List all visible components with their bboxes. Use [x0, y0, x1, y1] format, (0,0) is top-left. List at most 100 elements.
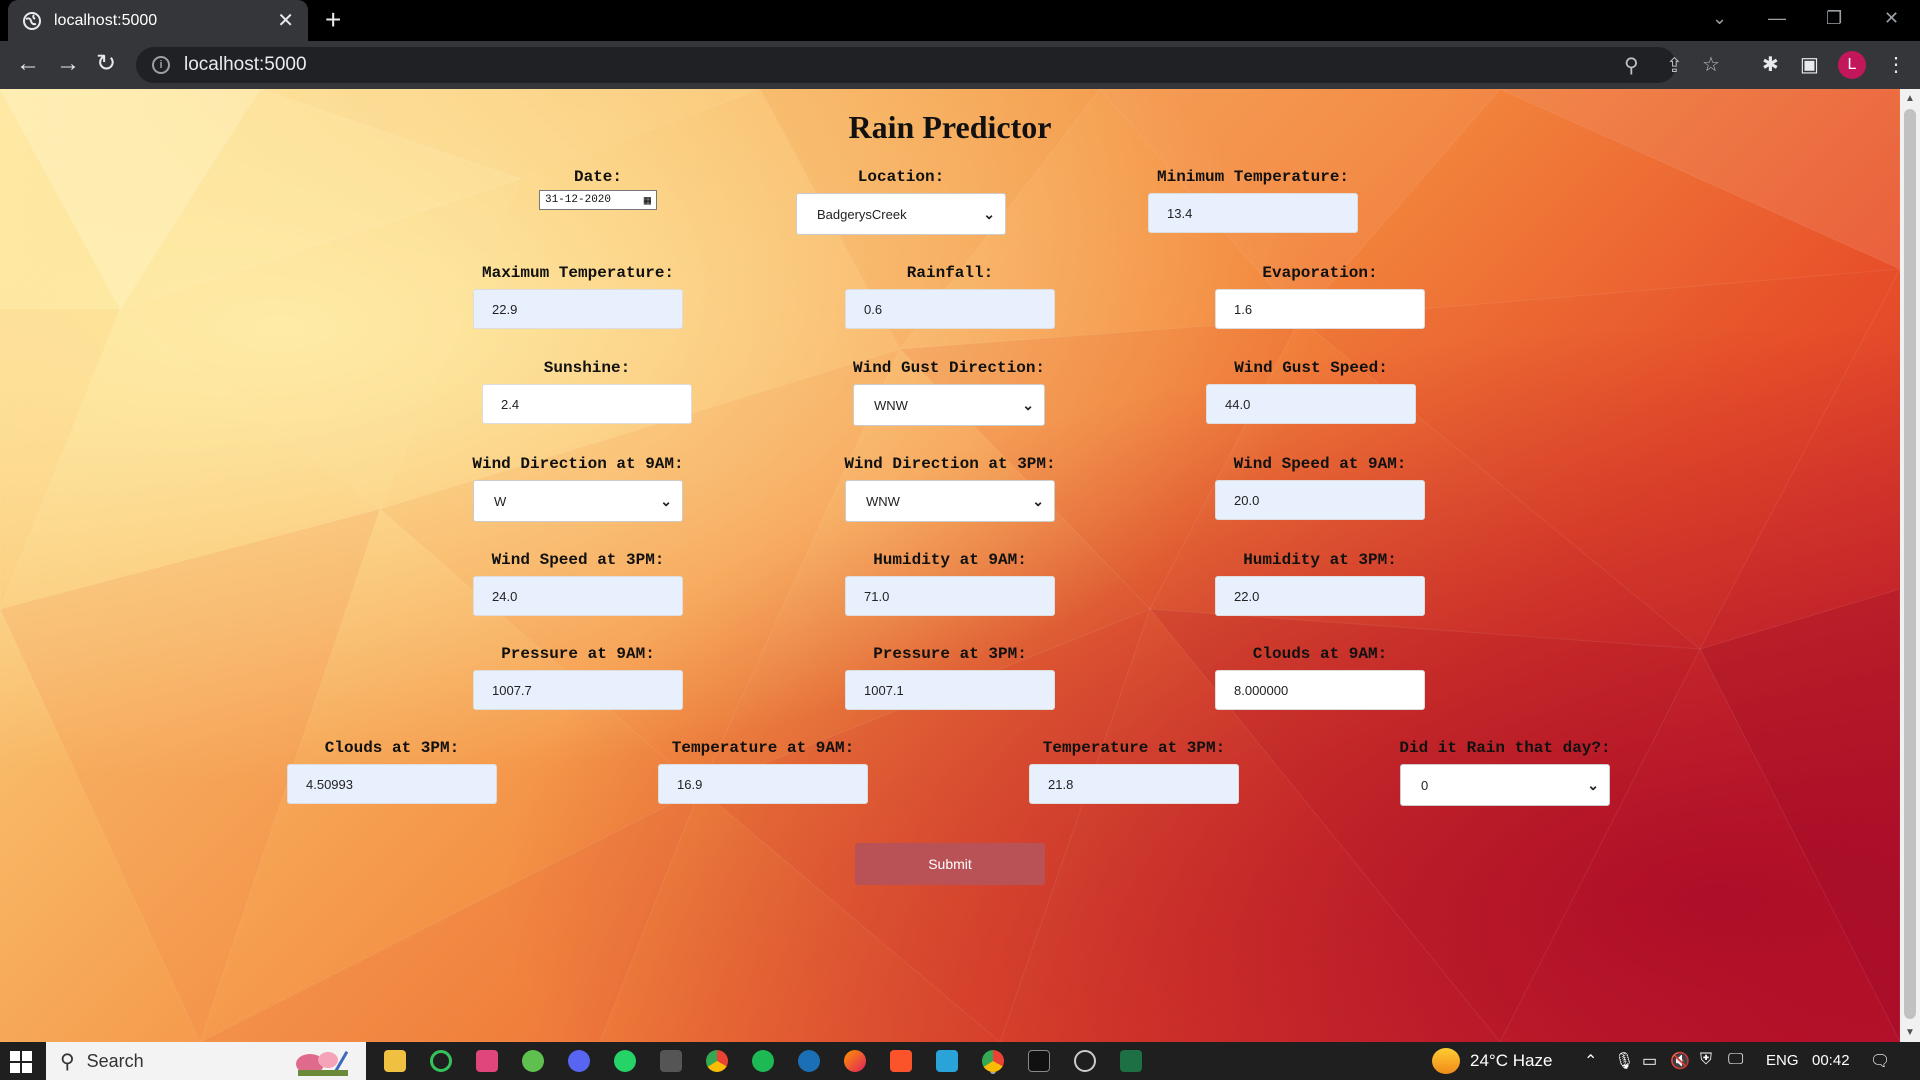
date-label: Date: [573, 168, 622, 186]
temp-3pm-input[interactable] [1029, 764, 1239, 804]
whatsapp-icon[interactable] [614, 1050, 636, 1072]
share-icon[interactable]: ⇪ [1666, 53, 1683, 78]
scroll-up-arrow-icon[interactable]: ▲ [1905, 93, 1915, 104]
calendar-app-icon[interactable] [936, 1050, 958, 1072]
close-tab-icon[interactable]: ✕ [277, 11, 294, 31]
bookmark-star-icon[interactable]: ☆ [1702, 52, 1720, 77]
scroll-thumb[interactable] [1904, 109, 1916, 1019]
clouds-9am-input[interactable] [1215, 670, 1425, 710]
location-select[interactable]: BadgerysCreek ⌄ [796, 193, 1006, 235]
page-scrollbar[interactable]: ▲ ▼ [1900, 89, 1920, 1042]
chevron-down-icon: ⌄ [1587, 776, 1599, 793]
browser-tab[interactable]: localhost:5000 ✕ [8, 0, 308, 41]
chrome-active-icon[interactable] [982, 1050, 1004, 1072]
side-panel-icon[interactable]: ▣ [1800, 52, 1819, 77]
pressure-3pm-label: Pressure at 3PM: [873, 645, 1027, 663]
wind-dir-3pm-label: Wind Direction at 3PM: [844, 455, 1056, 473]
date-field: Date: 31-12-2020 ▦ [535, 168, 661, 210]
haze-sun-icon [1432, 1048, 1460, 1074]
wind-speed-9am-label: Wind Speed at 9AM: [1233, 455, 1407, 473]
windows-start-icon[interactable] [10, 1051, 32, 1073]
max-temp-label: Maximum Temperature: [481, 264, 675, 282]
temp-9am-field: Temperature at 9AM: [658, 739, 868, 804]
sunshine-input[interactable] [482, 384, 692, 424]
restore-button[interactable]: ❐ [1826, 8, 1842, 29]
page-title: Rain Predictor [848, 109, 1052, 145]
zoom-icon[interactable]: ⚲ [1624, 53, 1639, 78]
wind-dir-3pm-field: Wind Direction at 3PM: WNW ⌄ [835, 455, 1065, 522]
network-icon[interactable]: 🖵 [1728, 1051, 1743, 1069]
discord-icon[interactable] [568, 1050, 590, 1072]
wind-gust-speed-field: Wind Gust Speed: [1206, 359, 1416, 424]
bookmark-app-icon[interactable] [476, 1050, 498, 1072]
volume-muted-icon[interactable]: 🔇 [1670, 1051, 1690, 1071]
search-highlight-illustration-icon [296, 1050, 349, 1076]
wind-speed-3pm-field: Wind Speed at 3PM: [473, 551, 683, 616]
obs-icon[interactable] [1074, 1050, 1096, 1072]
wind-dir-3pm-value: WNW [866, 493, 900, 509]
taskbar-search-placeholder: Search [86, 1050, 144, 1071]
pressure-9am-input[interactable] [473, 670, 683, 710]
wind-gust-speed-input[interactable] [1206, 384, 1416, 424]
security-shield-icon[interactable]: ⛨ [1700, 1051, 1712, 1069]
location-field: Location: BadgerysCreek ⌄ [796, 168, 1006, 235]
refresh-app-icon[interactable] [430, 1050, 452, 1072]
extensions-icon[interactable]: ✱ [1762, 52, 1779, 77]
wind-gust-dir-select[interactable]: WNW ⌄ [853, 384, 1045, 426]
window-close-button[interactable]: ✕ [1884, 8, 1899, 29]
spotify-icon[interactable] [752, 1050, 774, 1072]
wind-speed-3pm-input[interactable] [473, 576, 683, 616]
microphone-icon[interactable]: 🎙 [1614, 1051, 1634, 1071]
pressure-3pm-input[interactable] [845, 670, 1055, 710]
evaporation-input[interactable] [1215, 289, 1425, 329]
max-temp-input[interactable] [473, 289, 683, 329]
wind-dir-9am-select[interactable]: W ⌄ [473, 480, 683, 522]
max-temp-field: Maximum Temperature: [473, 264, 683, 329]
firefox-icon[interactable] [844, 1050, 866, 1072]
pressure-3pm-field: Pressure at 3PM: [845, 645, 1055, 710]
date-input[interactable]: 31-12-2020 ▦ [539, 190, 657, 210]
rainfall-input[interactable] [845, 289, 1055, 329]
submit-button[interactable]: Submit [855, 843, 1045, 885]
wind-speed-9am-input[interactable] [1215, 480, 1425, 520]
battery-icon[interactable]: ▭ [1642, 1051, 1657, 1071]
excel-icon[interactable] [1120, 1050, 1142, 1072]
steam-icon[interactable] [798, 1050, 820, 1072]
rain-today-select[interactable]: 0 ⌄ [1400, 764, 1610, 806]
back-button[interactable]: ← [16, 51, 40, 77]
file-explorer-icon[interactable] [384, 1050, 406, 1072]
clouds-3pm-input[interactable] [287, 764, 497, 804]
android-app-icon[interactable] [522, 1050, 544, 1072]
tab-search-icon[interactable]: ⌄ [1712, 8, 1727, 29]
terminal-icon[interactable] [1028, 1050, 1050, 1072]
temp-9am-input[interactable] [658, 764, 868, 804]
show-hidden-icons-chevron-icon[interactable]: ⌃ [1584, 1051, 1597, 1071]
reload-button[interactable]: ↻ [96, 51, 116, 77]
date-value: 31-12-2020 [545, 194, 612, 206]
rainfall-field: Rainfall: [845, 264, 1055, 329]
clock[interactable]: 00:42 [1812, 1052, 1850, 1069]
minimize-button[interactable]: — [1768, 8, 1786, 29]
chrome-icon[interactable] [706, 1050, 728, 1072]
humidity-9am-input[interactable] [845, 576, 1055, 616]
page-viewport: Rain Predictor Date: 31-12-2020 ▦ Locati… [0, 89, 1900, 1042]
notifications-icon[interactable]: 🗨 [1870, 1051, 1890, 1071]
calculator-icon[interactable] [660, 1050, 682, 1072]
taskbar-search[interactable]: ⚲ Search [46, 1042, 366, 1080]
brave-icon[interactable] [890, 1050, 912, 1072]
address-bar[interactable]: i localhost:5000 ⚲ ⇪ ☆ [136, 47, 1720, 83]
scroll-down-arrow-icon[interactable]: ▼ [1905, 1027, 1915, 1038]
wind-dir-3pm-select[interactable]: WNW ⌄ [845, 480, 1055, 522]
weather-widget[interactable]: 24°C Haze [1432, 1048, 1552, 1074]
calendar-icon[interactable]: ▦ [644, 193, 651, 208]
profile-avatar[interactable]: L [1838, 51, 1866, 79]
menu-icon[interactable]: ⋮ [1886, 52, 1906, 77]
humidity-3pm-input[interactable] [1215, 576, 1425, 616]
info-icon[interactable]: i [152, 56, 170, 74]
language-indicator[interactable]: ENG [1766, 1052, 1799, 1069]
rainfall-label: Rainfall: [906, 264, 994, 282]
forward-button[interactable]: → [56, 51, 80, 77]
min-temp-input[interactable] [1148, 193, 1358, 233]
new-tab-button[interactable]: + [325, 6, 341, 34]
chevron-down-icon: ⌄ [983, 205, 995, 222]
